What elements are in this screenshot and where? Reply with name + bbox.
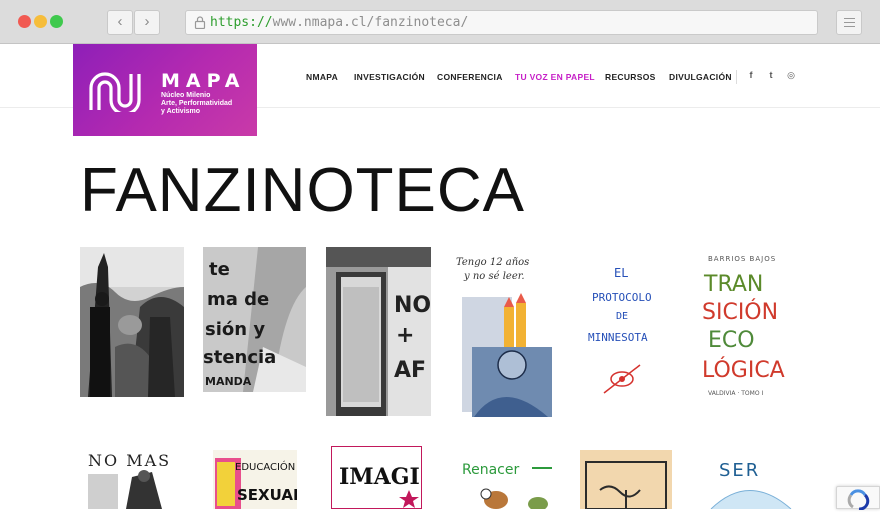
tengo-12-anos-fanzine[interactable]: Tengo 12 años y no sé leer. [452, 247, 554, 419]
chevron-left-icon: ‹ [117, 13, 123, 30]
imagina-image: IMAGI [331, 446, 422, 509]
instagram-icon[interactable]: ◎ [786, 70, 796, 82]
ser-image: SER [703, 452, 795, 509]
zine-text: ma de [207, 289, 269, 310]
transicion-ecologica-image: BARRIOS BAJOS TRAN SICIÓN ECO LÓGICA VAL… [700, 247, 794, 407]
protest-photo-fanzine[interactable] [80, 247, 184, 397]
logo-subtitle-line: y Activismo [161, 108, 201, 115]
zine-text: stencia [203, 347, 276, 368]
maximize-window-button[interactable] [50, 15, 63, 28]
zine-text: y no sé leer. [463, 271, 525, 282]
educacion-sexual-image: EDUCACIÓN SEXUAL [213, 450, 297, 509]
zine-text: + [396, 323, 414, 348]
zine-text: MINNESOTA [588, 331, 648, 344]
graffiti-door-image: NO + AF [326, 247, 431, 416]
no-mas-image: NO MAS [82, 442, 172, 509]
close-window-button[interactable] [18, 15, 31, 28]
lock-icon [194, 16, 206, 29]
nmapa-logo-mark [89, 72, 141, 112]
recaptcha-icon [847, 489, 870, 511]
woodcut-image [580, 450, 672, 509]
zine-text: Renacer [462, 462, 519, 478]
twitter-icon[interactable]: t [766, 70, 776, 82]
educacion-sexual-fanzine[interactable]: EDUCACIÓN SEXUAL [213, 450, 297, 509]
browser-menu-button[interactable] [836, 10, 862, 35]
logo-subtitle: Núcleo Milenio Arte, Performatividad y A… [161, 92, 253, 116]
zine-text: TRAN [703, 272, 763, 297]
zine-text: SER [719, 460, 760, 481]
woodcut-fanzine[interactable] [580, 450, 672, 509]
no-mas-fanzine[interactable]: NO MAS [82, 442, 172, 509]
zine-text: NO MAS [88, 451, 171, 470]
back-button[interactable]: ‹ [107, 10, 133, 35]
url-path: www.nmapa.cl/fanzinoteca/ [272, 15, 469, 30]
nav-item-investigacion[interactable]: INVESTIGACIÓN [354, 72, 425, 84]
zine-text: BARRIOS BAJOS [708, 255, 776, 263]
zine-text: SEXUAL [237, 486, 297, 504]
nav-item-tu-voz-en-papel[interactable]: TU VOZ EN PAPEL [515, 72, 595, 84]
url-text: https://www.nmapa.cl/fanzinoteca/ [210, 15, 468, 30]
zine-text: AF [394, 358, 426, 383]
transicion-ecologica-fanzine[interactable]: BARRIOS BAJOS TRAN SICIÓN ECO LÓGICA VAL… [700, 247, 794, 407]
protocolo-minnesota-fanzine[interactable]: EL PROTOCOLO DE MINNESOTA [576, 247, 676, 417]
site-logo[interactable]: MAPA Núcleo Milenio Arte, Performativida… [73, 44, 257, 136]
ser-fanzine[interactable]: SER [703, 452, 795, 509]
nav-item-recursos[interactable]: RECURSOS [605, 72, 656, 84]
graffiti-door-fanzine[interactable]: NO + AF [326, 247, 431, 416]
facebook-icon[interactable]: f [746, 70, 756, 82]
forward-button[interactable]: › [134, 10, 160, 35]
zine-text: NO [394, 293, 431, 318]
logo-brand: MAPA [161, 70, 246, 92]
renacer-image: Renacer [458, 452, 554, 509]
page-title: FANZINOTECA [80, 156, 526, 225]
zine-text: Tengo 12 años [456, 257, 529, 268]
browser-toolbar: ‹ › https://www.nmapa.cl/fanzinoteca/ [0, 0, 880, 44]
protocolo-minnesota-image: EL PROTOCOLO DE MINNESOTA [576, 247, 676, 417]
protest-photo-image [80, 247, 184, 397]
nav-item-nmapa[interactable]: NMAPA [306, 72, 338, 84]
zine-text: IMAGI [339, 464, 420, 490]
minimize-window-button[interactable] [34, 15, 47, 28]
recaptcha-badge[interactable] [836, 486, 880, 511]
renacer-fanzine[interactable]: Renacer [458, 452, 554, 509]
address-bar[interactable]: https://www.nmapa.cl/fanzinoteca/ [185, 10, 818, 35]
imagina-fanzine[interactable]: IMAGI [331, 446, 422, 509]
graffiti-wall-image: te ma de sión y stencia MANDA [203, 247, 306, 392]
logo-subtitle-line: Arte, Performatividad [161, 100, 233, 107]
zine-text: VALDIVIA · TOMO I [708, 390, 763, 397]
zine-text: LÓGICA [702, 357, 785, 383]
zine-text: MANDA [205, 375, 252, 388]
tengo-12-anos-image: Tengo 12 años y no sé leer. [452, 247, 554, 419]
zine-text: EL [614, 266, 628, 280]
chevron-right-icon: › [144, 13, 150, 30]
logo-subtitle-line: Núcleo Milenio [161, 92, 211, 99]
url-protocol: https:// [210, 15, 273, 30]
zine-text: te [209, 259, 230, 280]
nav-item-conferencia[interactable]: CONFERENCIA [437, 72, 503, 84]
zine-text: ECO [708, 328, 755, 353]
graffiti-wall-fanzine[interactable]: te ma de sión y stencia MANDA [203, 247, 306, 392]
zine-text: EDUCACIÓN [235, 460, 295, 473]
zine-text: DE [616, 311, 628, 322]
nav-divider [736, 70, 737, 84]
zine-text: sión y [205, 319, 265, 340]
nav-item-divulgacion[interactable]: DIVULGACIÓN [669, 72, 732, 84]
zine-text: SICIÓN [702, 299, 778, 325]
zine-text: PROTOCOLO [592, 291, 652, 304]
